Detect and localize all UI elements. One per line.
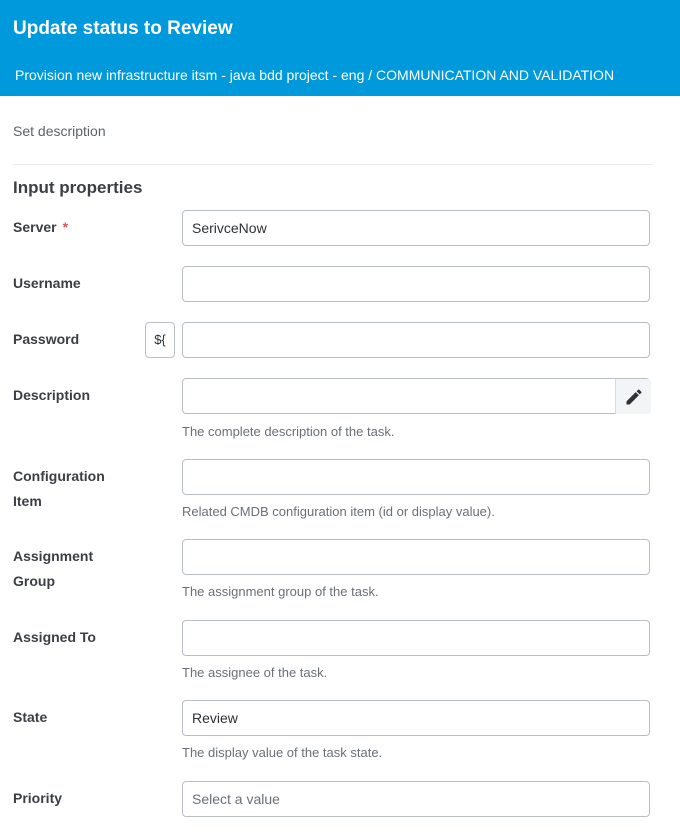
configuration-item-label: Configuration Item	[13, 468, 105, 509]
variable-button[interactable]: ${	[145, 322, 175, 358]
assigned-to-label: Assigned To	[13, 629, 96, 645]
assignment-group-help: The assignment group of the task.	[182, 584, 379, 599]
section-title: Input properties	[13, 178, 143, 197]
description-help: The complete description of the task.	[182, 424, 395, 439]
assignment-group-input[interactable]	[182, 539, 650, 575]
edit-description-button[interactable]	[615, 379, 651, 414]
pencil-icon	[626, 389, 642, 405]
set-description-link[interactable]: Set description	[13, 123, 106, 139]
description-label: Description	[13, 387, 91, 403]
username-label: Username	[13, 275, 81, 291]
password-label: Password	[13, 331, 80, 347]
divider	[13, 164, 653, 165]
username-input[interactable]	[182, 266, 650, 302]
state-help: The display value of the task state.	[182, 745, 383, 760]
dialog-header: Update status to Review Provision new in…	[0, 0, 680, 96]
password-input[interactable]	[182, 322, 650, 358]
server-input[interactable]: SerivceNow	[182, 210, 650, 246]
dialog-breadcrumb: Provision new infrastructure itsm - java…	[15, 67, 615, 83]
priority-select[interactable]: Select a value	[182, 781, 650, 817]
dialog-title: Update status to Review	[13, 18, 233, 39]
state-input[interactable]: Review	[182, 700, 650, 736]
assigned-to-input[interactable]	[182, 620, 650, 656]
assigned-to-help: The assignee of the task.	[182, 665, 328, 680]
priority-label: Priority	[13, 790, 63, 806]
state-label: State	[13, 709, 48, 725]
description-input[interactable]	[182, 378, 650, 414]
configuration-item-input[interactable]	[182, 459, 650, 495]
configuration-item-help: Related CMDB configuration item (id or d…	[182, 504, 495, 519]
required-marker: *	[62, 219, 69, 235]
server-label: Server *	[13, 219, 69, 235]
assignment-group-label: Assignment Group	[13, 548, 94, 589]
